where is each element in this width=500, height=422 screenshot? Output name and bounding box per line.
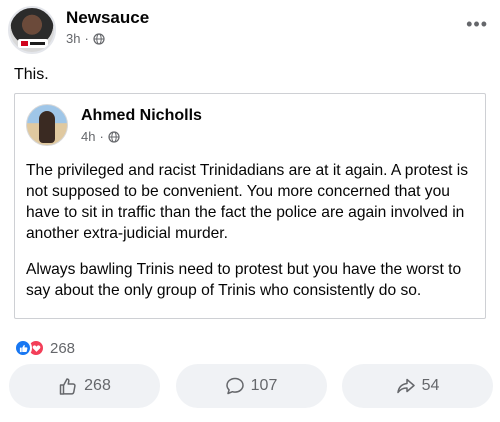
more-options-button[interactable]: ••• [466, 14, 488, 35]
shared-post-meta: 4h · [81, 129, 120, 144]
meta-separator: · [84, 31, 89, 46]
reaction-count: 268 [50, 339, 76, 357]
like-count: 268 [84, 377, 111, 394]
globe-icon [108, 130, 120, 143]
more-horizontal-icon: ••• [466, 14, 488, 34]
shared-author-name[interactable]: Ahmed Nicholls [81, 107, 202, 125]
comment-count: 107 [250, 377, 278, 394]
share-button[interactable]: 54 [342, 364, 493, 408]
shared-paragraph: Always bawling Trinis need to protest bu… [26, 261, 462, 299]
shared-paragraph: The privileged and racist Trinidadians a… [26, 162, 469, 242]
page-avatar[interactable] [8, 6, 56, 54]
reactions-summary[interactable]: 268 [14, 339, 75, 357]
post-author-name[interactable]: Newsauce [66, 8, 149, 28]
like-button[interactable]: 268 [9, 364, 160, 408]
share-arrow-icon [396, 378, 415, 394]
post-meta: 3h · [66, 31, 105, 46]
meta-separator: · [99, 129, 104, 144]
shared-post-timestamp[interactable]: 4h [81, 129, 95, 144]
shared-post-body: The privileged and racist Trinidadians a… [26, 160, 476, 316]
page-logo-badge [18, 39, 48, 48]
comment-button[interactable]: 107 [175, 364, 327, 408]
post-text: This. [14, 66, 49, 83]
globe-icon [93, 32, 105, 45]
shared-author-avatar[interactable] [26, 104, 68, 146]
thumbs-up-icon [59, 378, 76, 395]
shared-post-card[interactable]: Ahmed Nicholls 4h · The privileged and r… [14, 93, 486, 319]
post-actions-bar: 268 107 54 [9, 364, 493, 408]
share-count: 54 [421, 377, 440, 394]
post-timestamp[interactable]: 3h [66, 31, 80, 46]
comment-bubble-icon [225, 377, 244, 395]
like-reaction-icon [14, 339, 32, 357]
